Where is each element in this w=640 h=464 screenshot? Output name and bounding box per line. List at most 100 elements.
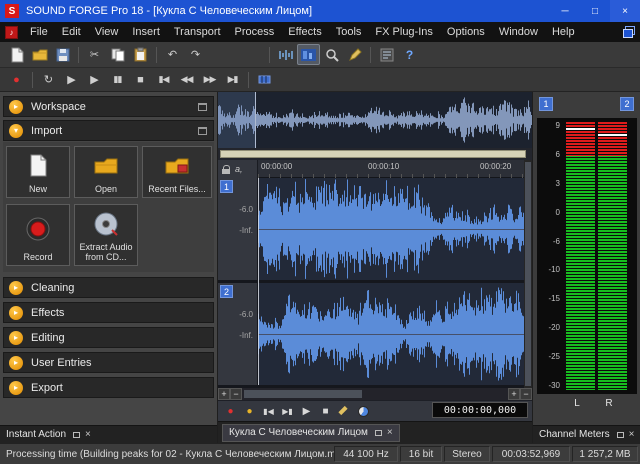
- new-file-button[interactable]: [5, 44, 28, 65]
- menu-help[interactable]: Help: [545, 24, 582, 40]
- go-to-start-button[interactable]: ▮◀: [152, 69, 175, 90]
- bit-depth-field[interactable]: 16 bit: [400, 446, 442, 462]
- menu-effects[interactable]: Effects: [281, 24, 328, 40]
- save-button[interactable]: [51, 44, 74, 65]
- document-tab[interactable]: Кукла С Человеческим Лицом ×: [222, 424, 400, 442]
- menu-fx-plugins[interactable]: FX Plug-Ins: [368, 24, 439, 40]
- new-file-icon: [10, 47, 24, 63]
- event-tool-button[interactable]: [253, 69, 276, 90]
- meter-channel-labels: L R: [537, 398, 637, 409]
- stop-button[interactable]: ■: [129, 69, 152, 90]
- undo-button[interactable]: ↶: [161, 44, 184, 65]
- record-button[interactable]: ●: [5, 69, 28, 90]
- play-button[interactable]: ▶: [83, 69, 106, 90]
- menu-options[interactable]: Options: [440, 24, 492, 40]
- play-button[interactable]: ▶: [298, 403, 315, 419]
- recent-files-button[interactable]: Recent Files...: [142, 146, 212, 198]
- cut-button[interactable]: ✂: [83, 44, 106, 65]
- record-action-button[interactable]: Record: [6, 204, 70, 266]
- loop-playback-button[interactable]: ↻: [37, 69, 60, 90]
- open-button[interactable]: Open: [74, 146, 138, 198]
- overview-scrollbar[interactable]: [218, 148, 532, 160]
- zoom-in-time-button[interactable]: +: [508, 388, 520, 400]
- record-button[interactable]: ●: [222, 403, 239, 419]
- script-editor-button[interactable]: [375, 44, 398, 65]
- section-effects[interactable]: ▸ Effects: [3, 302, 214, 323]
- copy-button[interactable]: [106, 44, 129, 65]
- menu-transport[interactable]: Transport: [167, 24, 228, 40]
- close-panel-icon[interactable]: ×: [629, 430, 635, 440]
- go-to-end-button[interactable]: ▶▮: [279, 403, 296, 419]
- close-panel-icon[interactable]: ×: [85, 430, 91, 440]
- meter-scale-value: -6: [553, 238, 560, 246]
- play-all-button[interactable]: ●: [241, 403, 258, 419]
- waveform-view-button[interactable]: [274, 44, 297, 65]
- magnify-tool-button[interactable]: [320, 44, 343, 65]
- paste-button[interactable]: [129, 44, 152, 65]
- channel-1-badge[interactable]: 1: [220, 180, 233, 193]
- meter-channel-1-badge[interactable]: 1: [539, 97, 553, 111]
- forward-button[interactable]: ▶▶: [198, 69, 221, 90]
- vertical-scrollbar-thumb[interactable]: [525, 162, 531, 386]
- channel-2-gutter: 2 -6.0 -Inf.: [218, 283, 258, 385]
- extract-cd-button[interactable]: Extract Audio from CD...: [74, 204, 138, 266]
- instant-action-tab[interactable]: Instant Action: [6, 429, 66, 440]
- length-field[interactable]: 00:03:52,969: [492, 446, 570, 462]
- pencil-tool-button[interactable]: [336, 403, 353, 419]
- mdi-restore-icon[interactable]: [622, 26, 636, 38]
- help-button[interactable]: ?: [398, 44, 421, 65]
- section-import[interactable]: ▾ Import: [3, 120, 214, 141]
- horizontal-scrollbar-thumb[interactable]: [244, 390, 362, 398]
- channel-meters-tab[interactable]: Channel Meters: [539, 429, 610, 440]
- menu-view[interactable]: View: [88, 24, 126, 40]
- horizontal-scrollbar[interactable]: [242, 388, 508, 400]
- toolbar-separator: [32, 72, 33, 88]
- menu-file[interactable]: File: [23, 24, 55, 40]
- sample-rate-field[interactable]: 44 100 Hz: [334, 446, 398, 462]
- time-display[interactable]: 00:00:00,000: [432, 402, 528, 418]
- go-to-start-button[interactable]: ▮◀: [260, 403, 277, 419]
- maximize-button[interactable]: □: [580, 0, 610, 22]
- new-button[interactable]: New: [6, 146, 70, 198]
- menu-tools[interactable]: Tools: [329, 24, 369, 40]
- vertical-scrollbar[interactable]: [524, 160, 532, 388]
- menu-insert[interactable]: Insert: [125, 24, 167, 40]
- menu-process[interactable]: Process: [228, 24, 282, 40]
- overview-waveform[interactable]: [218, 92, 532, 148]
- channel-mode-field[interactable]: Stereo: [444, 446, 490, 462]
- overview-visible-region[interactable]: [218, 92, 256, 148]
- time-ruler[interactable]: a, 00:00:00 00:00:10 00:00:20: [218, 160, 532, 178]
- lock-icon[interactable]: [222, 165, 230, 174]
- menu-edit[interactable]: Edit: [55, 24, 88, 40]
- spectral-view-button[interactable]: [297, 44, 320, 65]
- float-panel-icon[interactable]: [73, 432, 80, 438]
- section-workspace[interactable]: ▸ Workspace: [3, 96, 214, 117]
- section-cleaning[interactable]: ▸ Cleaning: [3, 277, 214, 298]
- go-to-end-button[interactable]: ▶▮: [221, 69, 244, 90]
- channel-2-badge[interactable]: 2: [220, 285, 233, 298]
- redo-button[interactable]: ↷: [184, 44, 207, 65]
- rewind-button[interactable]: ◀◀: [175, 69, 198, 90]
- playhead-cursor[interactable]: [258, 178, 259, 385]
- snap-icon[interactable]: a,: [235, 165, 243, 174]
- close-button[interactable]: ×: [610, 0, 640, 22]
- open-file-button[interactable]: [28, 44, 51, 65]
- zoom-out-button[interactable]: −: [230, 388, 242, 400]
- zoom-out-time-button[interactable]: −: [520, 388, 532, 400]
- section-editing[interactable]: ▸ Editing: [3, 327, 214, 348]
- minimize-button[interactable]: ─: [550, 0, 580, 22]
- zoom-in-button[interactable]: +: [218, 388, 230, 400]
- play-all-button[interactable]: ▶: [60, 69, 83, 90]
- float-window-icon[interactable]: [375, 430, 382, 436]
- mix-tool-button[interactable]: [355, 403, 372, 419]
- menu-window[interactable]: Window: [492, 24, 545, 40]
- overview-scrollbar-thumb[interactable]: [220, 150, 526, 158]
- section-user-entries[interactable]: ▸ User Entries: [3, 352, 214, 373]
- section-export[interactable]: ▸ Export: [3, 377, 214, 398]
- meter-channel-2-badge[interactable]: 2: [620, 97, 634, 111]
- close-document-icon[interactable]: ×: [387, 428, 393, 438]
- pencil-tool-button[interactable]: [343, 44, 366, 65]
- pause-button[interactable]: ▮▮: [106, 69, 129, 90]
- stop-button[interactable]: ■: [317, 403, 334, 419]
- float-panel-icon[interactable]: [617, 432, 624, 438]
